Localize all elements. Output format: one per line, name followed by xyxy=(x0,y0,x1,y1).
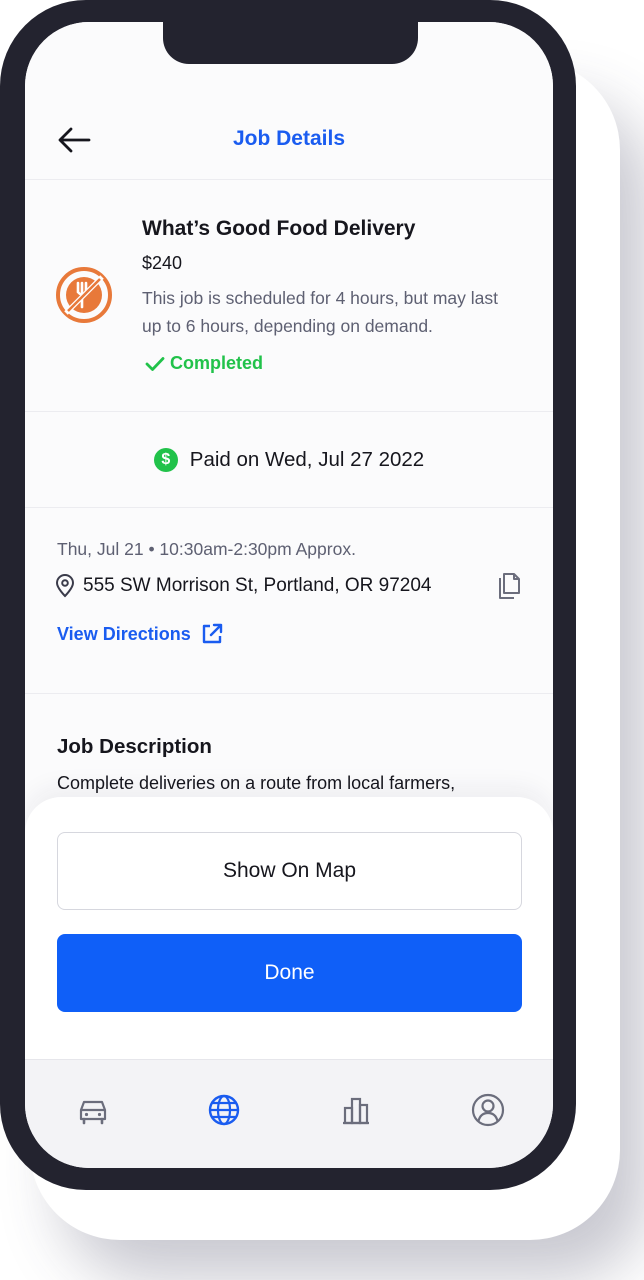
profile-icon xyxy=(471,1093,505,1127)
phone-screen: Job Details What’s Good Food Delivery $2… xyxy=(25,22,553,1168)
location-section: Thu, Jul 21 • 10:30am-2:30pm Approx. 555… xyxy=(25,508,553,694)
job-datetime: Thu, Jul 21 • 10:30am-2:30pm Approx. xyxy=(57,539,356,559)
job-title: What’s Good Food Delivery xyxy=(142,217,416,240)
description-text: Complete deliveries on a route from loca… xyxy=(57,773,456,793)
chart-icon xyxy=(343,1097,369,1125)
job-price: $240 xyxy=(142,253,183,273)
tab-globe[interactable] xyxy=(207,1093,241,1127)
payment-section: $ Paid on Wed, Jul 27 2022 xyxy=(25,412,553,508)
payment-date: Paid on Wed, Jul 27 2022 xyxy=(189,448,425,471)
copy-address-button[interactable] xyxy=(495,572,521,600)
status-label: Completed xyxy=(170,353,264,373)
status-badge: Completed xyxy=(145,353,263,374)
tab-profile[interactable] xyxy=(471,1093,505,1127)
dollar-circle-icon: $ xyxy=(153,448,178,472)
job-summary: What’s Good Food Delivery $240 This job … xyxy=(25,180,553,412)
external-link-icon xyxy=(202,623,222,644)
address-row: 555 SW Morrison St, Portland, OR 97204 xyxy=(55,574,432,598)
tab-bar xyxy=(25,1059,553,1168)
done-button[interactable]: Done xyxy=(57,934,522,1012)
check-icon xyxy=(145,356,165,371)
phone-frame: Job Details What’s Good Food Delivery $2… xyxy=(0,0,576,1190)
food-delivery-icon xyxy=(56,267,112,323)
location-pin-icon xyxy=(55,574,75,598)
car-icon xyxy=(79,1100,107,1125)
payment-row: $ Paid on Wed, Jul 27 2022 xyxy=(25,448,553,472)
tab-car[interactable] xyxy=(76,1093,110,1127)
job-note: This job is scheduled for 4 hours, but m… xyxy=(142,288,499,336)
job-address: 555 SW Morrison St, Portland, OR 97204 xyxy=(83,575,432,596)
view-directions-label: View Directions xyxy=(57,623,191,644)
description-title: Job Description xyxy=(57,735,212,758)
copy-icon xyxy=(499,573,520,599)
globe-icon xyxy=(208,1094,240,1126)
page-title: Job Details xyxy=(232,127,346,150)
tab-stats[interactable] xyxy=(339,1093,373,1127)
view-directions-link[interactable]: View Directions xyxy=(57,623,223,645)
action-sheet: Show On Map Done xyxy=(25,797,553,1059)
phone-notch xyxy=(163,22,418,64)
show-on-map-button[interactable]: Show On Map xyxy=(57,832,522,910)
